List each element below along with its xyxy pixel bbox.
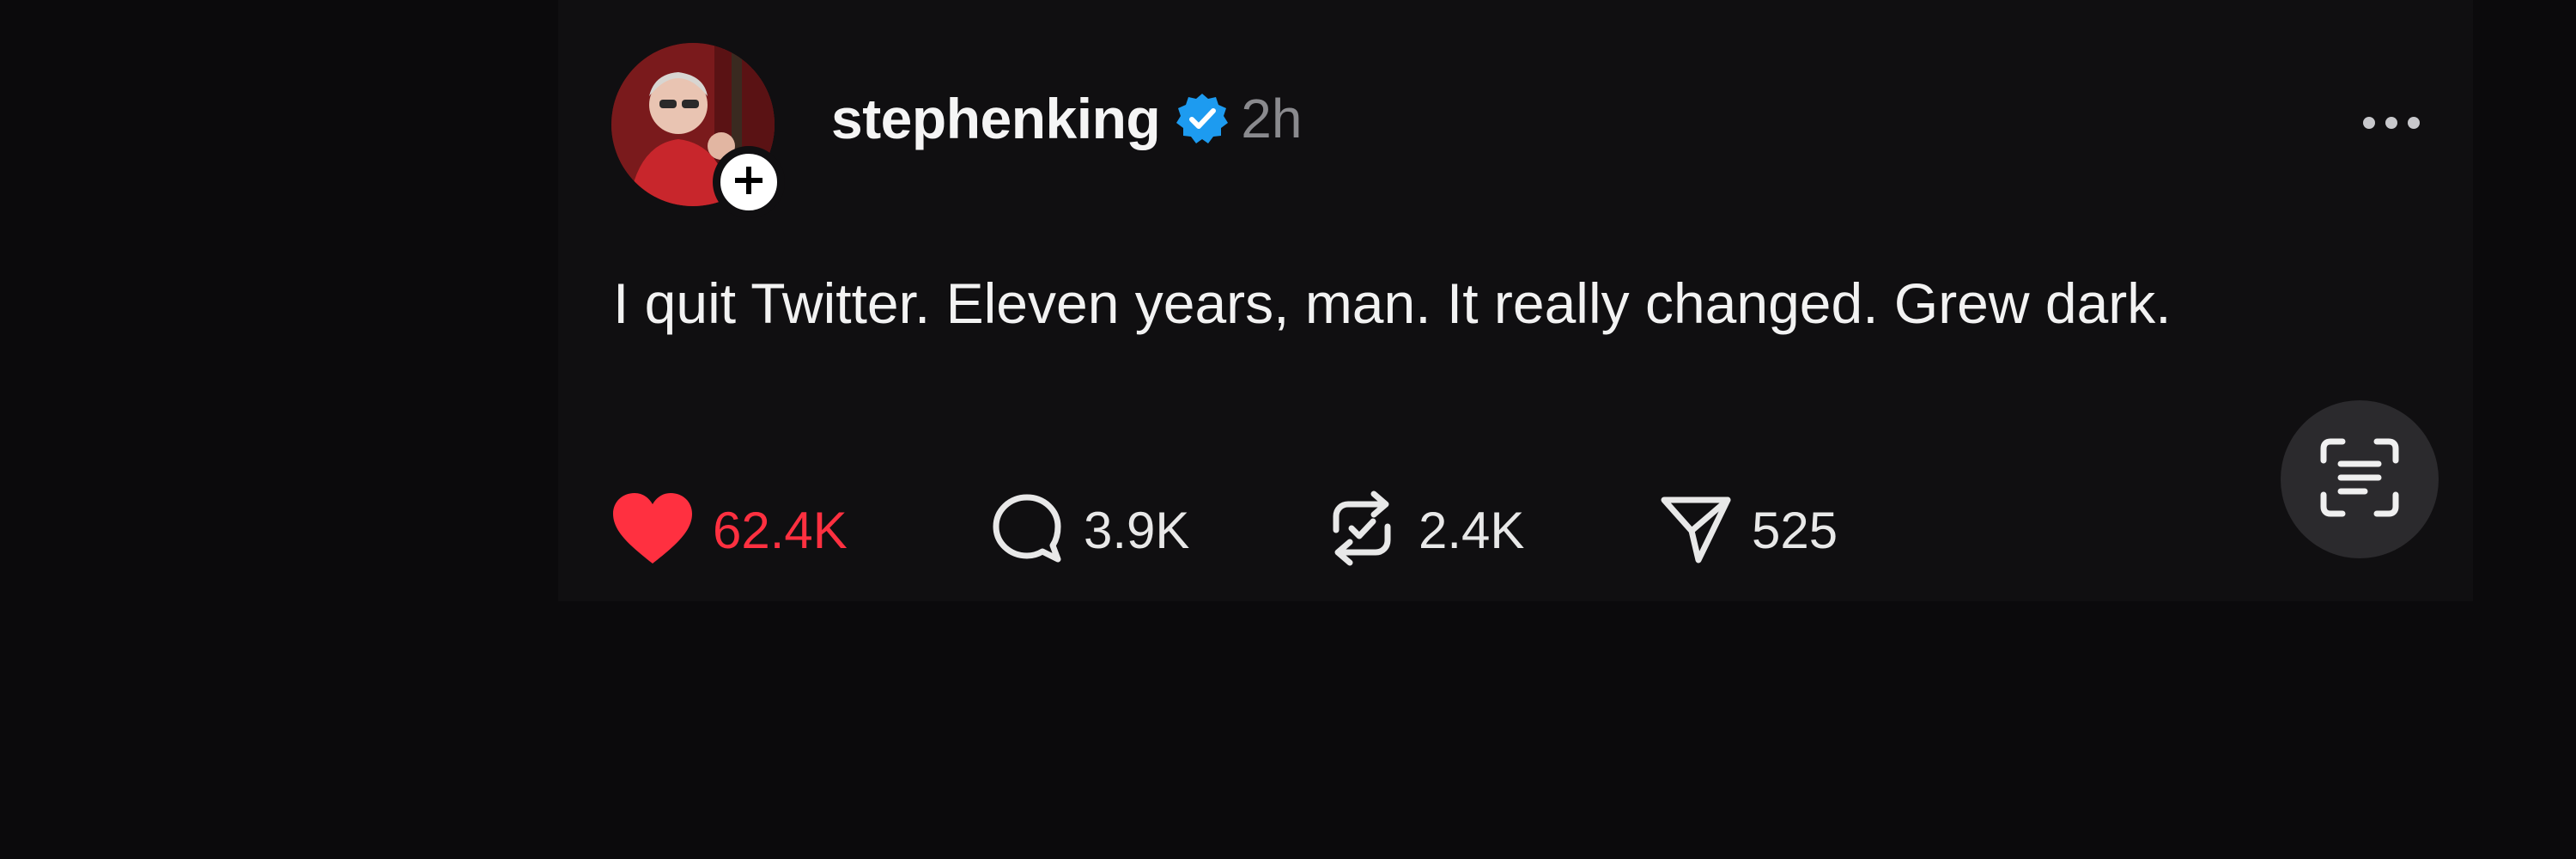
like-count: 62.4K xyxy=(713,501,848,559)
post-time: 2h xyxy=(1241,88,1303,149)
heart-icon xyxy=(611,491,694,570)
comment-count: 3.9K xyxy=(1084,501,1190,559)
comment-icon xyxy=(989,490,1065,570)
share-count: 525 xyxy=(1752,501,1838,559)
avatar-container[interactable] xyxy=(611,43,785,218)
more-horizontal-icon xyxy=(2360,114,2422,136)
repost-button[interactable]: 2.4K xyxy=(1324,490,1659,570)
post-header: stephenking 2h xyxy=(831,84,1302,153)
send-icon xyxy=(1659,491,1733,570)
follow-button[interactable] xyxy=(713,146,785,218)
repost-icon xyxy=(1324,490,1400,570)
post-text: I quit Twitter. Eleven years, man. It re… xyxy=(613,271,2172,335)
comment-button[interactable]: 3.9K xyxy=(989,490,1324,570)
text-scan-icon xyxy=(2317,435,2403,525)
verified-badge-icon xyxy=(1176,92,1229,145)
repost-count: 2.4K xyxy=(1419,501,1525,559)
plus-icon xyxy=(732,163,766,202)
like-button[interactable]: 62.4K xyxy=(611,491,989,570)
text-scan-button[interactable] xyxy=(2281,400,2439,558)
username[interactable]: stephenking xyxy=(831,86,1161,151)
share-button[interactable]: 525 xyxy=(1659,491,1917,570)
screen: stephenking 2h I quit Twitter. Eleven ye… xyxy=(0,0,2576,859)
more-options-button[interactable] xyxy=(2353,103,2430,146)
post-actions: 62.4K 3.9K 2.4K 525 xyxy=(611,490,1917,570)
